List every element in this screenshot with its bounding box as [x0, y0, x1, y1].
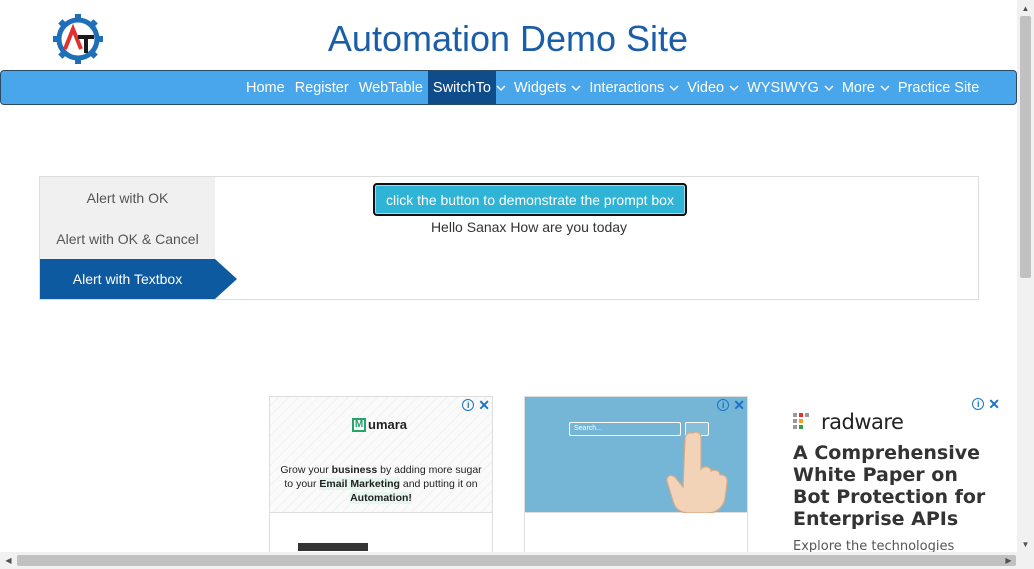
nav-items: Home Register WebTable SwitchTo Widgets …: [241, 71, 984, 104]
ad-cutoff-text: [298, 543, 368, 551]
ad-choices: i ✕: [972, 397, 1000, 411]
nav-webtable[interactable]: WebTable: [354, 71, 428, 104]
tab-alert-with-ok-cancel[interactable]: Alert with OK & Cancel: [40, 219, 215, 259]
active-tab-arrow: [215, 259, 237, 299]
chevron-down-icon[interactable]: [571, 71, 584, 104]
ad-radware[interactable]: i ✕ radware A Comprehensive White Paper …: [790, 396, 1010, 556]
ad-copy: Grow your business by adding more sugar …: [280, 463, 482, 505]
tab-alert-with-textbox[interactable]: Alert with Textbox: [40, 259, 215, 299]
nav-practice-site[interactable]: Practice Site: [893, 71, 984, 104]
alert-tabs: Alert with OK Alert with OK & Cancel Ale…: [40, 177, 215, 299]
ad-copy-part: Grow your: [280, 464, 332, 476]
vertical-scroll-thumb[interactable]: [1020, 16, 1031, 278]
ad-choices: i ✕: [717, 398, 745, 412]
nav-wysiwyg[interactable]: WYSIWYG: [742, 71, 824, 104]
scroll-right-icon[interactable]: ▶: [1000, 552, 1017, 569]
radware-brand: radware: [821, 410, 904, 434]
chevron-down-icon[interactable]: [729, 71, 742, 104]
nav-interactions[interactable]: Interactions: [584, 71, 669, 104]
ad-copy-bold: business: [331, 464, 378, 476]
nav-register[interactable]: Register: [290, 71, 354, 104]
info-icon[interactable]: i: [717, 399, 730, 411]
ad-choices: i ✕: [462, 398, 490, 412]
alerts-panel: Alert with OK Alert with OK & Cancel Ale…: [39, 176, 979, 300]
chevron-down-icon[interactable]: [824, 71, 837, 104]
close-icon[interactable]: ✕: [988, 397, 1000, 411]
ad-banner: Search...: [525, 397, 747, 513]
nav-widgets[interactable]: Widgets: [509, 71, 571, 104]
nav-home[interactable]: Home: [241, 71, 290, 104]
chevron-down-icon[interactable]: [669, 71, 682, 104]
tab-alert-with-ok[interactable]: Alert with OK: [40, 178, 215, 218]
ad-copy-part: and putting it on: [399, 478, 478, 490]
mumara-logo: M umara: [352, 417, 407, 432]
mumara-logo-mark: M: [352, 417, 366, 432]
mumara-brand: umara: [368, 417, 408, 432]
prompt-result-text: Hello Sanax How are you today: [430, 219, 628, 235]
scroll-left-icon[interactable]: ◀: [0, 552, 17, 569]
hand-pointer-icon: [666, 431, 728, 513]
ad-mumara[interactable]: i ✕ M umara Grow your business by adding…: [269, 396, 493, 556]
ad-copy-highlight: Automation!: [350, 492, 412, 504]
chevron-down-icon[interactable]: [496, 71, 509, 104]
ad-search[interactable]: Search... i ✕: [524, 396, 748, 556]
scroll-down-icon[interactable]: ▼: [1017, 536, 1034, 552]
site-title: Automation Demo Site: [327, 18, 689, 59]
radware-dots-icon: [793, 413, 809, 429]
ad-copy-highlight: Email Marketing: [319, 478, 400, 490]
nav-switchto[interactable]: SwitchTo: [427, 71, 496, 104]
chevron-down-icon[interactable]: [880, 71, 893, 104]
horizontal-scrollbar[interactable]: ◀ ▶: [0, 552, 1034, 569]
vertical-scrollbar[interactable]: ▲ ▼: [1017, 0, 1034, 552]
close-icon[interactable]: ✕: [733, 398, 745, 412]
nav-video[interactable]: Video: [682, 71, 729, 104]
info-icon[interactable]: i: [462, 399, 475, 411]
ad-headline: A Comprehensive White Paper on Bot Prote…: [793, 442, 986, 530]
radware-logo: radware: [793, 410, 904, 434]
close-icon[interactable]: ✕: [478, 398, 490, 412]
info-icon[interactable]: i: [972, 398, 985, 410]
main-navbar: Home Register WebTable SwitchTo Widgets …: [0, 70, 1017, 105]
prompt-box-button[interactable]: click the button to demonstrate the prom…: [373, 183, 687, 216]
scroll-up-icon[interactable]: ▲: [1017, 0, 1034, 16]
horizontal-scroll-thumb[interactable]: [17, 555, 1016, 566]
nav-more[interactable]: More: [837, 71, 880, 104]
